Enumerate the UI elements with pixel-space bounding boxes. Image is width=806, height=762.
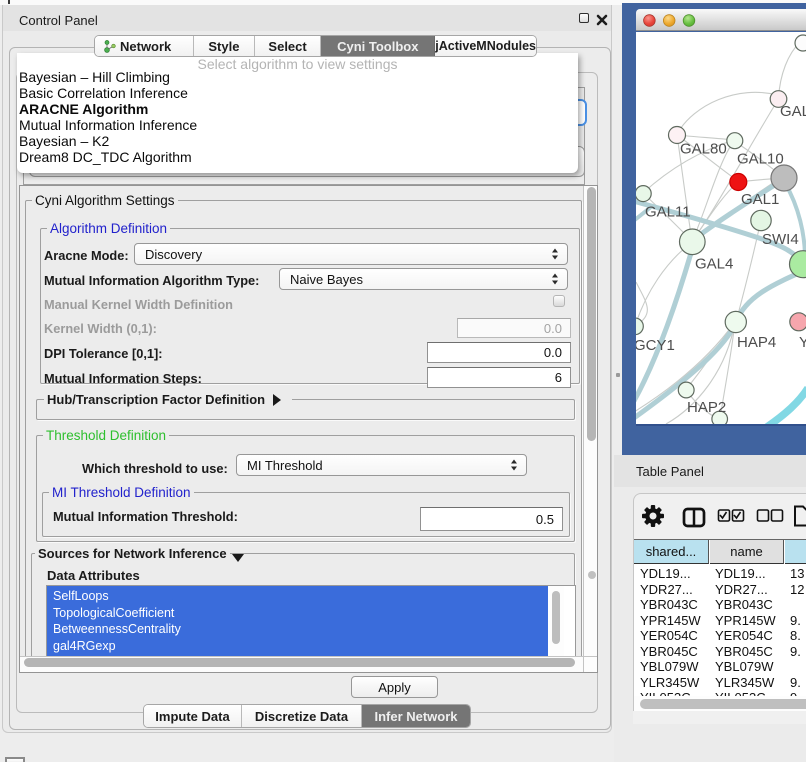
svg-text:SWI4: SWI4 xyxy=(762,231,799,248)
svg-text:GAL2: GAL2 xyxy=(780,103,806,120)
svg-text:GAL4: GAL4 xyxy=(695,256,733,273)
svg-text:GCY1: GCY1 xyxy=(636,337,675,354)
svg-text:GAL1: GAL1 xyxy=(741,191,779,208)
svg-text:GAL80: GAL80 xyxy=(680,141,727,158)
svg-text:HAP2: HAP2 xyxy=(687,399,726,416)
svg-text:YM: YM xyxy=(799,334,806,351)
svg-text:HAP4: HAP4 xyxy=(737,334,776,351)
svg-text:GAL11: GAL11 xyxy=(645,204,691,221)
svg-text:GAL10: GAL10 xyxy=(737,151,784,168)
